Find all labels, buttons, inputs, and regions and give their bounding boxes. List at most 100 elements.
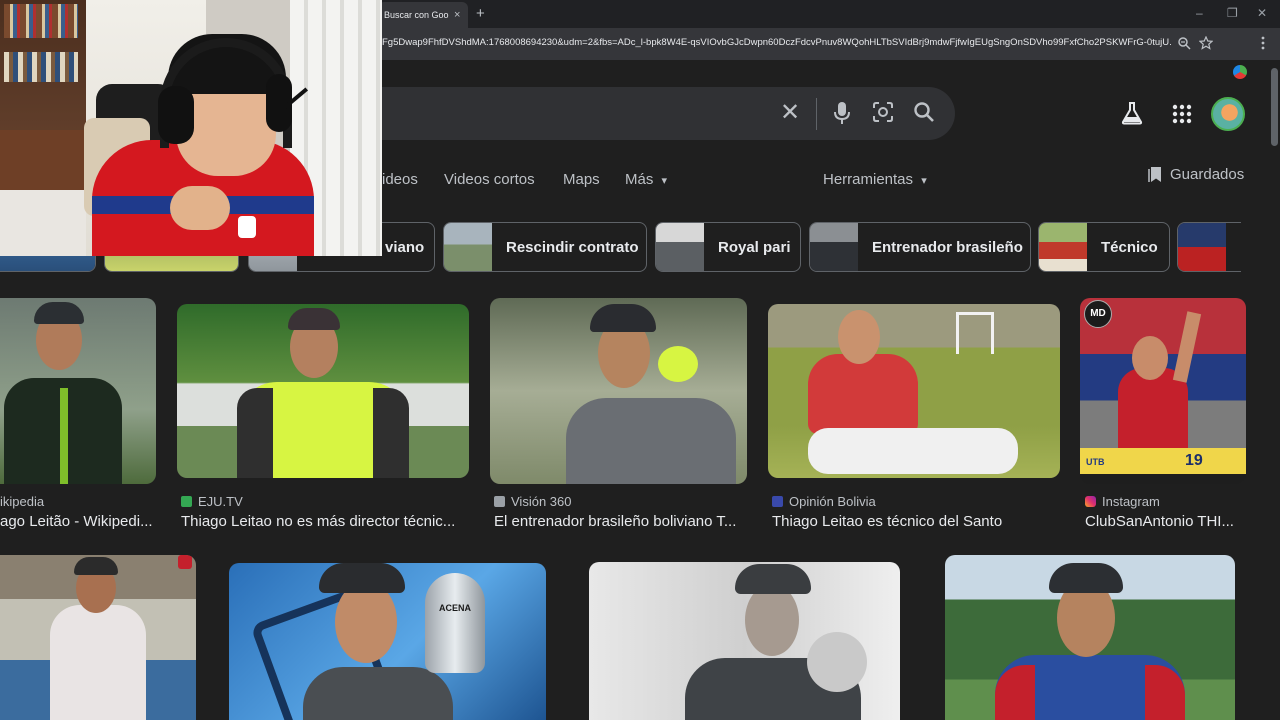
lens-icon[interactable] (872, 101, 894, 123)
search-box[interactable] (300, 87, 955, 140)
chip-label: Royal pari (718, 238, 791, 256)
tab-more-label: Más (625, 171, 654, 188)
result-title-1[interactable]: ago Leitão - Wikipedi... (0, 513, 156, 530)
chip-thumbnail (1039, 223, 1087, 271)
result-title-5[interactable]: ClubSanAntonio THI... (1085, 513, 1240, 530)
chip-thumbnail (810, 223, 858, 271)
maximize-icon[interactable]: ❐ (1227, 6, 1238, 20)
mic-icon[interactable] (833, 101, 851, 125)
headphone-cup-left (158, 86, 194, 144)
figure-cap (288, 308, 340, 330)
figure-head (1132, 336, 1168, 380)
figure-cap (34, 302, 84, 324)
chip-thumbnail (444, 223, 492, 271)
source-name: Visión 360 (511, 494, 572, 509)
chip-thumbnail (1178, 223, 1226, 271)
eju-favicon-icon (181, 496, 192, 507)
url-field[interactable]: Fg5Dwap9FhfDVShdMA:1768008694230&udm=2&f… (382, 37, 1172, 48)
result-image-3[interactable] (490, 298, 747, 484)
saved-label: Guardados (1170, 166, 1245, 183)
result-image-9[interactable] (945, 555, 1235, 720)
apps-grid-icon[interactable] (1172, 104, 1192, 124)
tab-close-icon[interactable]: × (454, 9, 460, 21)
result-image-4[interactable] (768, 304, 1060, 478)
result-title-2[interactable]: Thiago Leitao no es más director técnic.… (181, 513, 467, 530)
chevron-down-icon: ▾ (921, 175, 927, 187)
result-title-3[interactable]: El entrenador brasileño boliviano T... (494, 513, 749, 530)
tab-more[interactable]: Más ▾ (625, 171, 667, 188)
figure-body-stripe (60, 388, 68, 484)
result-source-1: ikipedia (0, 494, 44, 509)
tab-videos-cortos[interactable]: Videos cortos (444, 171, 535, 188)
result-image-6[interactable] (0, 555, 196, 720)
result-image-2[interactable] (177, 304, 469, 478)
chip-thumbnail (656, 223, 704, 271)
source-name: EJU.TV (198, 494, 243, 509)
chip-entrenador-brasileno[interactable]: Entrenador brasileño (809, 222, 1031, 272)
chip-partial-end[interactable] (1177, 222, 1241, 272)
figure-body (808, 354, 918, 434)
window-close-icon[interactable]: ✕ (1257, 6, 1267, 20)
figure-raised-arm (1172, 311, 1202, 383)
trophy-text: ACENA (438, 603, 471, 613)
zoom-icon[interactable] (1177, 36, 1191, 50)
image-favicon-icon (494, 496, 505, 507)
clear-search-icon[interactable]: ✕ (780, 100, 800, 126)
figure-sleeve (373, 388, 409, 478)
result-source-5: Instagram (1085, 494, 1160, 509)
result-image-7[interactable]: ACENA (229, 563, 546, 720)
chip-label: Rescindir contrato (506, 238, 639, 256)
figure-sleeve (237, 388, 273, 478)
chip-label: Técnico (1101, 238, 1158, 256)
figure-cap (74, 557, 118, 575)
figure-body (50, 605, 146, 720)
corner-logo-icon (178, 555, 192, 569)
scrollbar[interactable] (1271, 68, 1278, 146)
books (4, 4, 78, 38)
desk-cabinet (0, 130, 86, 190)
result-image-5[interactable]: MD UTB 19 (1080, 298, 1246, 484)
source-name: Opinión Bolivia (789, 494, 876, 509)
background-figure-cap (658, 346, 698, 382)
bookmark-icon (1148, 167, 1161, 182)
source-name: Instagram (1102, 494, 1160, 509)
search-icon[interactable] (913, 101, 935, 123)
result-image-1[interactable] (0, 298, 156, 484)
screen: Buscar con Goo × + – ❐ ✕ Fg5Dwap9FhfDVSh… (0, 0, 1280, 720)
shirt-crest (238, 216, 256, 238)
figure-head (335, 581, 397, 663)
figure-body (566, 398, 736, 484)
browser-profile-icon[interactable] (1233, 65, 1247, 79)
figure-cap (590, 304, 656, 332)
tab-maps[interactable]: Maps (563, 171, 600, 188)
account-avatar[interactable] (1211, 97, 1245, 131)
new-tab-icon[interactable]: + (476, 5, 485, 22)
chip-rescindir-contrato[interactable]: Rescindir contrato (443, 222, 647, 272)
banner-number: 19 (1185, 452, 1203, 469)
opinion-favicon-icon (772, 496, 783, 507)
figure-head (745, 584, 799, 656)
tools-label: Herramientas (823, 171, 914, 188)
result-source-4: Opinión Bolivia (772, 494, 876, 509)
figure-body (303, 667, 453, 720)
browser-tab[interactable]: Buscar con Goo × (378, 2, 468, 28)
bookmark-star-icon[interactable] (1199, 36, 1213, 50)
result-image-8[interactable] (589, 562, 900, 720)
utb-text: UTB (1086, 457, 1105, 467)
saved-button[interactable]: Guardados (1148, 166, 1244, 183)
labs-icon[interactable] (1121, 101, 1143, 125)
webcam-overlay (0, 0, 382, 256)
figure-head (838, 310, 880, 364)
minimize-icon[interactable]: – (1196, 6, 1203, 20)
chip-tecnico[interactable]: Técnico (1038, 222, 1170, 272)
tab-videos[interactable]: ideos (382, 171, 418, 188)
result-title-4[interactable]: Thiago Leitao es técnico del Santo (772, 513, 1060, 530)
utb-banner: UTB 19 (1080, 448, 1246, 474)
source-name: ikipedia (0, 494, 45, 509)
browser-menu-icon[interactable] (1258, 36, 1268, 50)
md-badge: MD (1084, 300, 1112, 328)
result-source-2: EJU.TV (181, 494, 243, 509)
books (4, 52, 78, 82)
tools-button[interactable]: Herramientas ▾ (823, 171, 927, 188)
chip-royal-pari[interactable]: Royal pari (655, 222, 801, 272)
